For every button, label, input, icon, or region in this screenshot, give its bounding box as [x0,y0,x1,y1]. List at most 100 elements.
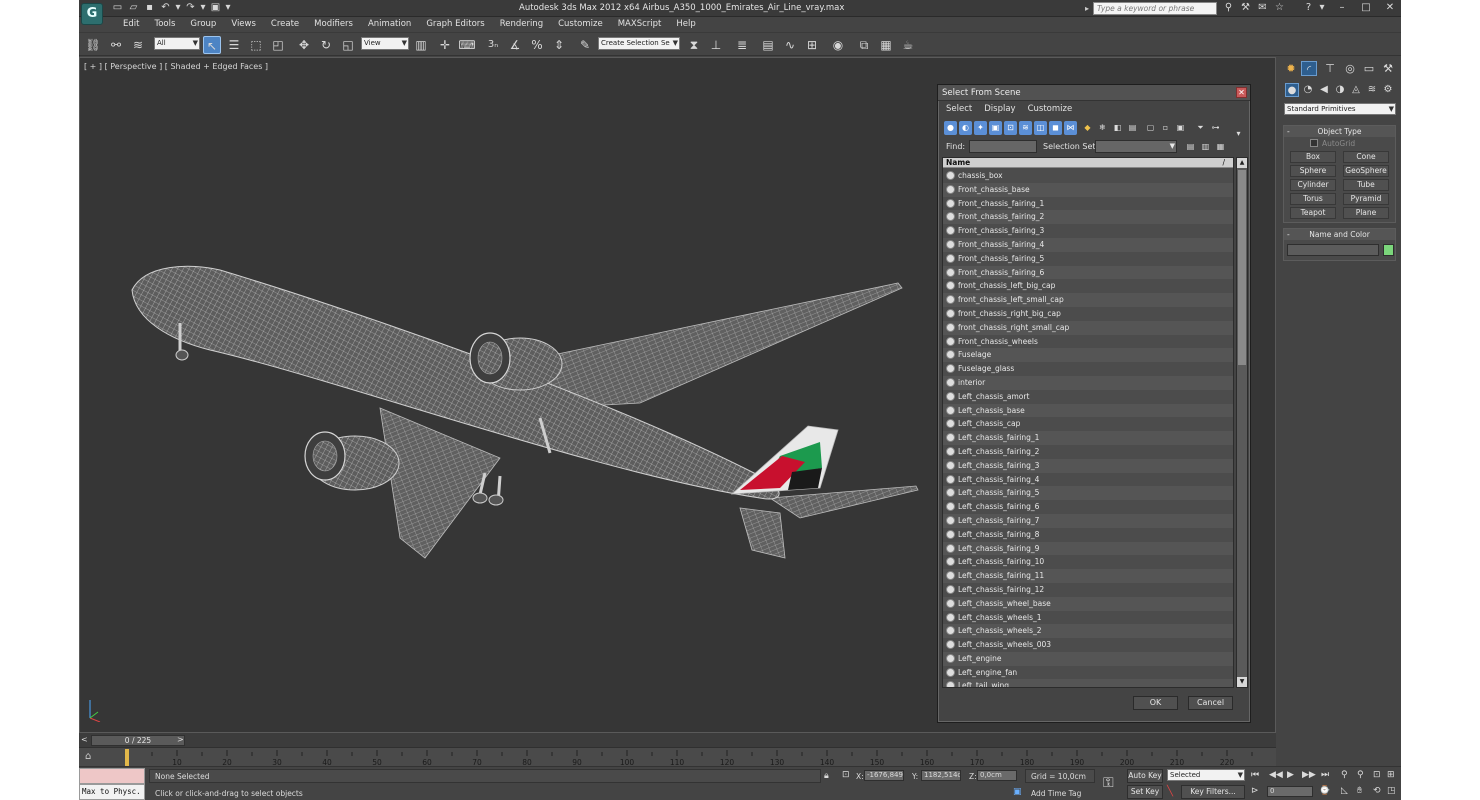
object-color-swatch[interactable] [1383,244,1394,256]
set-key-button[interactable]: Set Key [1127,785,1163,799]
object-list-item[interactable]: Left_chassis_fairing_2 [943,445,1233,459]
object-list-item[interactable]: Left_chassis_fairing_9 [943,541,1233,556]
display-hidden-icon[interactable]: ◧ [1111,121,1124,135]
cylinder-button[interactable]: Cylinder [1290,179,1336,191]
frame-ruler[interactable]: 10 20 30 40 50 60 70 80 90 100 110 120 130 140 150 160 1… [113,748,1276,767]
display-all-icon[interactable]: ▤ [1126,121,1139,135]
list-scrollbar[interactable]: ▲ ▼ [1236,157,1248,688]
object-list-item[interactable]: Fuselage [943,348,1233,363]
time-configuration-icon[interactable]: ⌚ [1319,786,1330,796]
object-list-item[interactable]: Left_chassis_fairing_10 [943,555,1233,569]
object-name-input[interactable] [1287,244,1379,256]
dialog-menu-select[interactable]: Select [946,104,972,117]
object-list-item[interactable]: Left_chassis_wheels_003 [943,638,1233,652]
systems-icon[interactable]: ⚙ [1381,83,1395,97]
pivot-center-icon[interactable]: ▥ [412,36,430,54]
display-frozen-icon[interactable]: ❄ [1096,121,1109,135]
subscription-icon[interactable]: ⚒ [1239,2,1252,14]
select-and-scale-icon[interactable]: ◱ [339,36,357,54]
menu-tools[interactable]: Tools [147,17,183,32]
hierarchy-filter-icon[interactable]: ⊶ [1209,121,1222,135]
object-list-item[interactable]: Left_chassis_wheel_base [943,596,1233,611]
undo-icon[interactable]: ↶ [159,2,172,14]
menu-create[interactable]: Create [264,17,307,32]
find-input[interactable] [969,140,1037,153]
display-cameras-icon[interactable]: ▣ [989,121,1002,135]
menu-maxscript[interactable]: MAXScript [611,17,670,32]
object-list-item[interactable]: Left_chassis_amort [943,390,1233,404]
cameras-icon[interactable]: ◑ [1333,83,1347,97]
object-list-item[interactable]: Left_chassis_cap [943,417,1233,431]
display-bones-icon[interactable]: ⋈ [1064,121,1077,135]
menu-edit[interactable]: Edit [116,17,147,32]
shapes-icon[interactable]: ◔ [1301,83,1315,97]
menu-group[interactable]: Group [183,17,224,32]
helpers-icon[interactable]: ◬ [1349,83,1363,97]
key-filters-button[interactable]: Key Filters... [1181,785,1245,799]
go-to-end-icon[interactable]: ⏭ [1321,770,1329,780]
select-and-rotate-icon[interactable]: ↻ [317,36,335,54]
object-list-item[interactable]: front_chassis_right_big_cap [943,307,1233,321]
cancel-button[interactable]: Cancel [1188,696,1233,710]
zoom-icon[interactable]: ⚲ [1341,770,1348,780]
spinner-snap-icon[interactable]: ⇕ [550,36,568,54]
object-list-item[interactable]: Front_chassis_fairing_6 [943,265,1233,280]
help-search-input[interactable]: Type a keyword or phrase [1093,2,1217,15]
menu-modifiers[interactable]: Modifiers [307,17,361,32]
named-selection-sets-dropdown[interactable]: Create Selection Se ▼ [598,37,680,50]
time-slider-left-arrow-icon[interactable]: < [81,735,88,744]
dialog-menu-customize[interactable]: Customize [1028,104,1073,117]
select-manipulate-icon[interactable]: ✛ [436,36,454,54]
list-column-header[interactable]: Name / [943,158,1233,168]
object-list-item[interactable]: Front_chassis_fairing_1 [943,197,1233,211]
object-list-item[interactable]: Left_chassis_base [943,403,1233,418]
selection-lock-icon[interactable]: 🔒︎ [824,771,829,781]
time-slider-right-arrow-icon[interactable]: > [177,735,184,744]
teapot-button[interactable]: Teapot [1290,207,1336,219]
autogrid-checkbox[interactable] [1310,139,1318,147]
dialog-title-bar[interactable]: Select From Scene ✕ [938,85,1250,101]
display-helpers-icon[interactable]: ⊡ [1004,121,1017,135]
set-key-mode-icon[interactable]: ⚿ [1103,775,1114,791]
utilities-tab-icon[interactable]: ⚒ [1380,61,1396,76]
scroll-down-icon[interactable]: ▼ [1237,677,1247,687]
object-list-item[interactable]: Left_chassis_fairing_6 [943,500,1233,514]
object-list-item[interactable]: Left_chassis_fairing_12 [943,583,1233,597]
close-icon[interactable]: ✕ [1383,1,1397,14]
undo-dropdown-icon[interactable]: ▾ [175,2,181,14]
redo-icon[interactable]: ↷ [184,2,197,14]
object-list-item[interactable]: Fuselage_glass [943,362,1233,376]
lights-icon[interactable]: ◀ [1317,83,1331,97]
key-mode-dropdown[interactable]: Selected ▼ [1167,769,1245,781]
select-none-icon[interactable]: ▫ [1159,121,1172,135]
dialog-menu-display[interactable]: Display [984,104,1015,117]
rendered-frame-window-icon[interactable]: ▦ [877,36,895,54]
app-logo-icon[interactable]: G [81,3,103,25]
bind-to-space-warp-icon[interactable]: ≋ [129,36,147,54]
help-icon[interactable]: ? [1302,2,1315,14]
open-file-icon[interactable]: ▱ [127,2,140,14]
help-dropdown-icon[interactable]: ▾ [1319,2,1325,14]
favorites-star-icon[interactable]: ☆ [1273,2,1286,14]
material-editor-icon[interactable]: ◉ [829,36,847,54]
object-list-item[interactable]: Front_chassis_fairing_4 [943,237,1233,252]
selection-set-dropdown[interactable]: ▼ [1095,140,1177,153]
curve-editor-icon[interactable]: ∿ [781,36,799,54]
name-and-color-header[interactable]: - Name and Color [1284,229,1395,240]
object-list-item[interactable]: Left_chassis_wheels_1 [943,611,1233,625]
sphere-button[interactable]: Sphere [1290,165,1336,177]
tube-button[interactable]: Tube [1343,179,1389,191]
display-shapes-icon[interactable]: ◐ [959,121,972,135]
previous-frame-icon[interactable]: ◀◀ [1269,770,1283,780]
zoom-extents-all-icon[interactable]: ⊞ [1387,770,1395,780]
select-all-icon[interactable]: ▢ [1144,121,1157,135]
object-list-item[interactable]: Front_chassis_fairing_5 [943,252,1233,266]
orbit-icon[interactable]: ⟲ [1373,786,1381,796]
display-groups-icon[interactable]: ◫ [1034,121,1047,135]
object-list-item[interactable]: Front_chassis_base [943,182,1233,197]
object-list-item[interactable]: Front_chassis_wheels [943,335,1233,349]
render-production-icon[interactable]: ☕ [899,36,917,54]
maxscript-listener-input[interactable] [79,768,145,784]
select-object-icon[interactable]: ↖ [203,36,221,54]
object-list-item[interactable]: Left_chassis_fairing_1 [943,431,1233,445]
